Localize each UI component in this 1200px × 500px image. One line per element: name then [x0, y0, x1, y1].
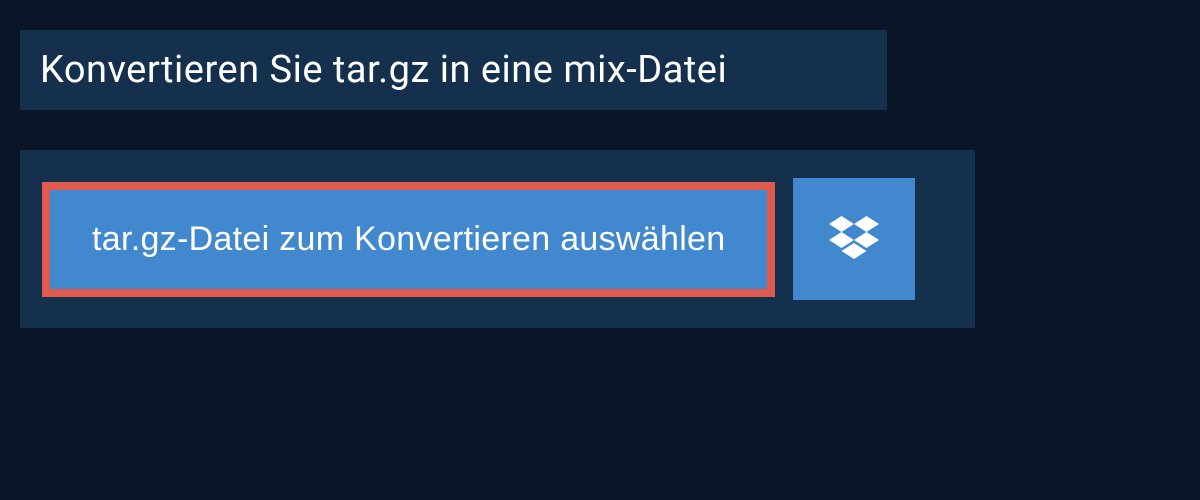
- upload-panel: tar.gz-Datei zum Konvertieren auswählen: [20, 150, 975, 328]
- select-file-button[interactable]: tar.gz-Datei zum Konvertieren auswählen: [50, 190, 767, 289]
- header-bar: Konvertieren Sie tar.gz in eine mix-Date…: [20, 30, 887, 110]
- main-container: Konvertieren Sie tar.gz in eine mix-Date…: [0, 0, 1200, 358]
- select-button-highlight: tar.gz-Datei zum Konvertieren auswählen: [42, 182, 775, 297]
- dropbox-icon: [829, 216, 879, 262]
- page-title: Konvertieren Sie tar.gz in eine mix-Date…: [40, 48, 727, 92]
- dropbox-button[interactable]: [793, 178, 915, 300]
